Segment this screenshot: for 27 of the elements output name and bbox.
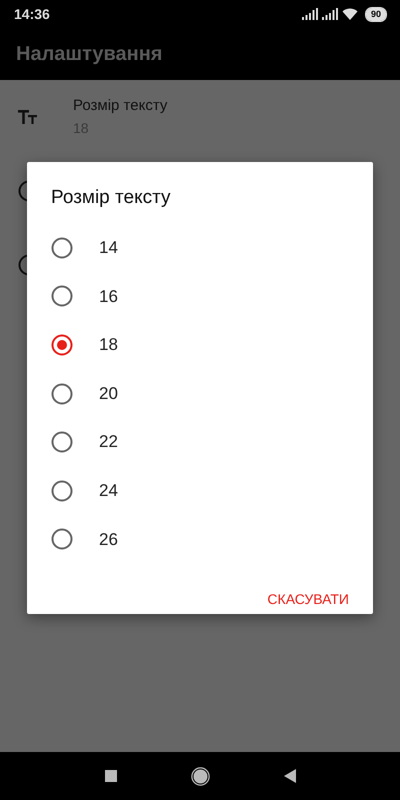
radio-button[interactable] [51,431,73,454]
option-label: 20 [99,382,118,405]
cancel-button[interactable]: СКАСУВАТИ [259,580,357,618]
radio-button[interactable] [51,382,73,405]
option-label: 26 [99,528,118,551]
radio-button[interactable] [51,236,73,259]
option-label: 24 [99,480,118,502]
signal-icon [302,8,318,20]
app-bar-title: Налаштування [16,42,162,67]
radio-button[interactable] [51,480,73,502]
setting-title: Розмір тексту [73,96,168,116]
signal-icon [322,8,338,20]
text-size-icon [18,110,38,124]
option-label: 18 [99,334,118,356]
recents-icon[interactable] [104,770,116,782]
radio-button[interactable] [51,334,73,356]
radio-button[interactable] [51,528,73,550]
wifi-icon [342,8,358,20]
option-label: 16 [99,286,118,308]
back-icon[interactable] [284,769,296,783]
dialog-title: Розмір тексту [51,186,172,210]
option-label: 22 [99,431,118,454]
radio-button[interactable] [51,285,73,308]
battery-icon: 90 [366,8,386,20]
status-time: 14:36 [14,4,50,24]
home-icon[interactable] [190,766,210,786]
option-label: 14 [99,237,118,260]
